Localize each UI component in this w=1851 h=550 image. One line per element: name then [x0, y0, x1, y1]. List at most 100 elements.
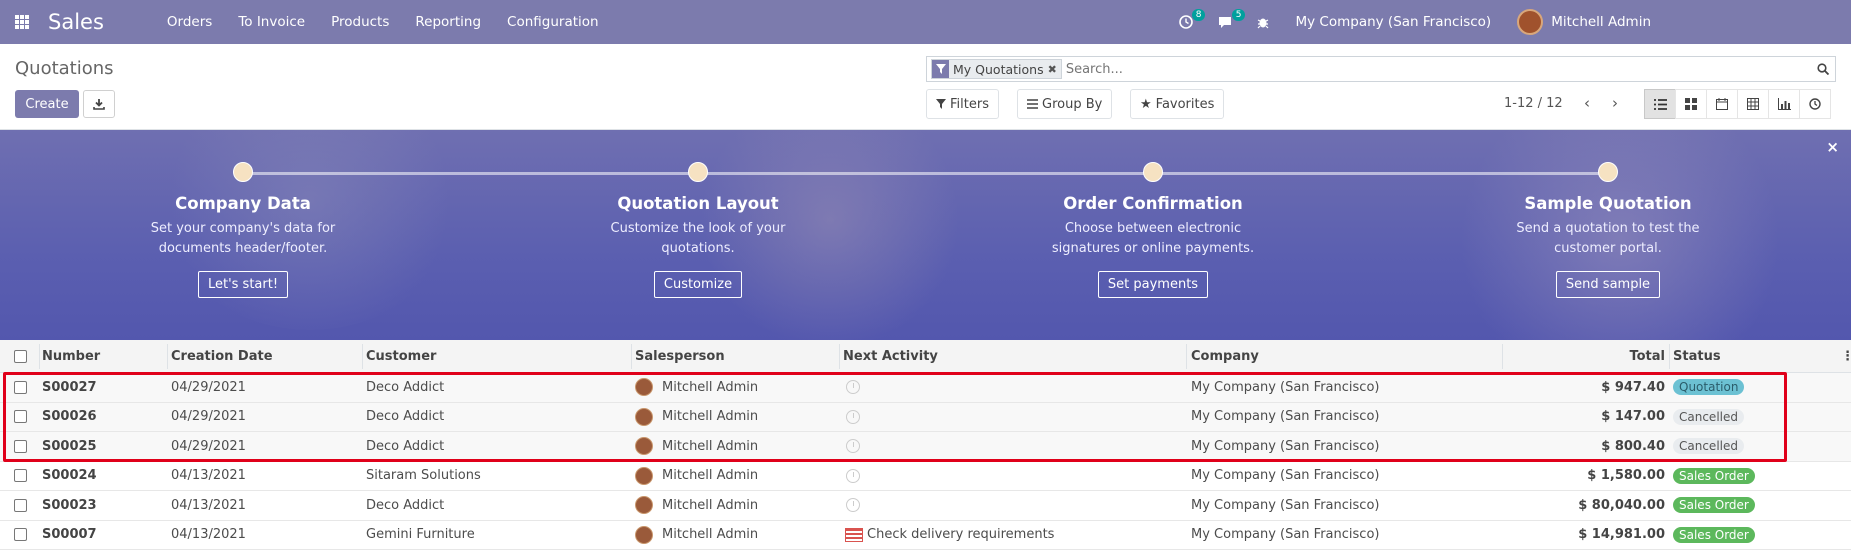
- status-badge-wrap: Sales Order: [1673, 491, 1755, 520]
- salesperson: Mitchell Admin: [635, 373, 758, 402]
- customer-name: Gemini Furniture: [366, 521, 475, 550]
- row-checkbox[interactable]: [14, 491, 27, 520]
- column-company[interactable]: Company: [1191, 340, 1259, 372]
- step-title: Order Confirmation: [1003, 194, 1303, 213]
- status-badge-wrap: Cancelled: [1673, 432, 1744, 461]
- order-number: S00023: [42, 491, 97, 520]
- table-row[interactable]: S0002404/13/2021Sitaram SolutionsMitchel…: [0, 462, 1851, 492]
- close-icon[interactable]: ×: [1826, 138, 1839, 156]
- row-checkbox[interactable]: [14, 462, 27, 491]
- pager-next-icon[interactable]: ›: [1604, 92, 1626, 114]
- salesperson: Mitchell Admin: [635, 403, 758, 432]
- creation-date: 04/13/2021: [171, 521, 246, 550]
- onboarding-step-order-confirmation: Order Confirmation Choose between electr…: [1003, 162, 1303, 298]
- menu-item-reporting[interactable]: Reporting: [402, 14, 494, 30]
- activity-clock-icon[interactable]: [846, 373, 860, 402]
- next-activity[interactable]: Check delivery requirements: [845, 521, 1054, 550]
- menu-item-to-invoice[interactable]: To Invoice: [225, 14, 318, 30]
- main-menu: Orders To Invoice Products Reporting Con…: [154, 14, 612, 30]
- pivot-view-icon[interactable]: [1737, 89, 1769, 119]
- menu-item-products[interactable]: Products: [318, 14, 402, 30]
- create-button[interactable]: Create: [15, 90, 79, 118]
- messages-count-badge: 5: [1232, 9, 1246, 21]
- activity-clock-icon[interactable]: [846, 462, 860, 491]
- table-row[interactable]: S0002604/29/2021Deco AddictMitchell Admi…: [0, 403, 1851, 433]
- facet-remove-icon[interactable]: ✖: [1048, 63, 1061, 76]
- status-badge-wrap: Sales Order: [1673, 521, 1755, 550]
- company-switcher[interactable]: My Company (San Francisco): [1281, 14, 1505, 30]
- company-name: My Company (San Francisco): [1191, 491, 1379, 520]
- list-view-icon[interactable]: [1644, 89, 1676, 119]
- set-payments-button[interactable]: Set payments: [1098, 271, 1208, 298]
- activity-clock-icon[interactable]: [846, 491, 860, 520]
- row-checkbox[interactable]: [14, 403, 27, 432]
- column-status[interactable]: Status: [1673, 340, 1721, 372]
- onboarding-banner: Company Data Set your company's data for…: [0, 130, 1851, 340]
- order-number: S00007: [42, 521, 97, 550]
- lets-start-button[interactable]: Let's start!: [198, 271, 288, 298]
- row-checkbox[interactable]: [14, 432, 27, 461]
- search-input[interactable]: [1066, 62, 1811, 77]
- send-sample-button[interactable]: Send sample: [1556, 271, 1660, 298]
- search-icon[interactable]: [1811, 63, 1835, 75]
- order-number: S00025: [42, 432, 97, 461]
- calendar-view-icon[interactable]: [1706, 89, 1738, 119]
- activity-clock-icon[interactable]: [846, 432, 860, 461]
- salesperson-name: Mitchell Admin: [662, 439, 758, 454]
- control-panel: Quotations Create My Quotations ✖ Filter…: [0, 44, 1851, 130]
- row-checkbox[interactable]: [14, 521, 27, 550]
- creation-date: 04/29/2021: [171, 403, 246, 432]
- activity-menu[interactable]: 8: [1167, 15, 1205, 29]
- table-row[interactable]: S0002704/29/2021Deco AddictMitchell Admi…: [0, 373, 1851, 403]
- customize-button[interactable]: Customize: [654, 271, 742, 298]
- messaging-menu[interactable]: 5: [1205, 15, 1245, 29]
- column-salesperson[interactable]: Salesperson: [635, 340, 725, 372]
- graph-view-icon[interactable]: [1768, 89, 1800, 119]
- salesperson: Mitchell Admin: [635, 521, 758, 550]
- favorites-button[interactable]: ★ Favorites: [1130, 89, 1224, 119]
- step-dot: [233, 162, 253, 182]
- app-title[interactable]: Sales: [48, 10, 104, 34]
- column-next-activity[interactable]: Next Activity: [843, 340, 938, 372]
- group-by-button[interactable]: Group By: [1017, 89, 1112, 119]
- company-name: My Company (San Francisco): [1191, 462, 1379, 491]
- salesperson-name: Mitchell Admin: [662, 468, 758, 483]
- pager-value[interactable]: 1-12 / 12: [1504, 96, 1563, 111]
- row-checkbox[interactable]: [14, 373, 27, 402]
- activity-clock-icon[interactable]: [846, 403, 860, 432]
- view-switcher: [1645, 89, 1831, 119]
- optional-columns-icon[interactable]: ⋮: [1841, 340, 1851, 372]
- column-total[interactable]: Total: [1506, 340, 1665, 372]
- step-dot: [1598, 162, 1618, 182]
- bug-icon: [1257, 15, 1269, 29]
- column-number[interactable]: Number: [42, 340, 100, 372]
- column-creation-date[interactable]: Creation Date: [171, 340, 273, 372]
- table-row[interactable]: S0002504/29/2021Deco AddictMitchell Admi…: [0, 432, 1851, 462]
- status-badge: Cancelled: [1673, 438, 1744, 454]
- table-row[interactable]: S0002304/13/2021Deco AddictMitchell Admi…: [0, 491, 1851, 521]
- salesperson-avatar: [635, 496, 653, 514]
- filters-button[interactable]: Filters: [926, 89, 999, 119]
- menu-item-orders[interactable]: Orders: [154, 14, 225, 30]
- step-description: Set your company's data for documents he…: [128, 219, 358, 259]
- activity-view-icon[interactable]: [1799, 89, 1831, 119]
- export-button[interactable]: [83, 90, 115, 118]
- salesperson: Mitchell Admin: [635, 432, 758, 461]
- step-title: Quotation Layout: [548, 194, 848, 213]
- table-row[interactable]: S00007 04/13/2021 Gemini Furniture Mitchell…: [0, 521, 1851, 550]
- salesperson-avatar: [635, 437, 653, 455]
- menu-item-configuration[interactable]: Configuration: [494, 14, 612, 30]
- kanban-view-icon[interactable]: [1675, 89, 1707, 119]
- creation-date: 04/13/2021: [171, 462, 246, 491]
- order-total: $ 80,040.00: [1506, 491, 1665, 520]
- pager-previous-icon[interactable]: ‹: [1576, 92, 1598, 114]
- salesperson-name: Mitchell Admin: [662, 527, 758, 542]
- step-title: Company Data: [93, 194, 393, 213]
- step-description: Choose between electronic signatures or …: [1038, 219, 1268, 259]
- user-menu[interactable]: Mitchell Admin: [1505, 9, 1851, 35]
- column-customer[interactable]: Customer: [366, 340, 436, 372]
- customer-name: Deco Addict: [366, 491, 444, 520]
- debug-menu[interactable]: [1245, 15, 1281, 29]
- select-all-checkbox[interactable]: [14, 340, 27, 372]
- apps-menu-icon[interactable]: [0, 0, 44, 44]
